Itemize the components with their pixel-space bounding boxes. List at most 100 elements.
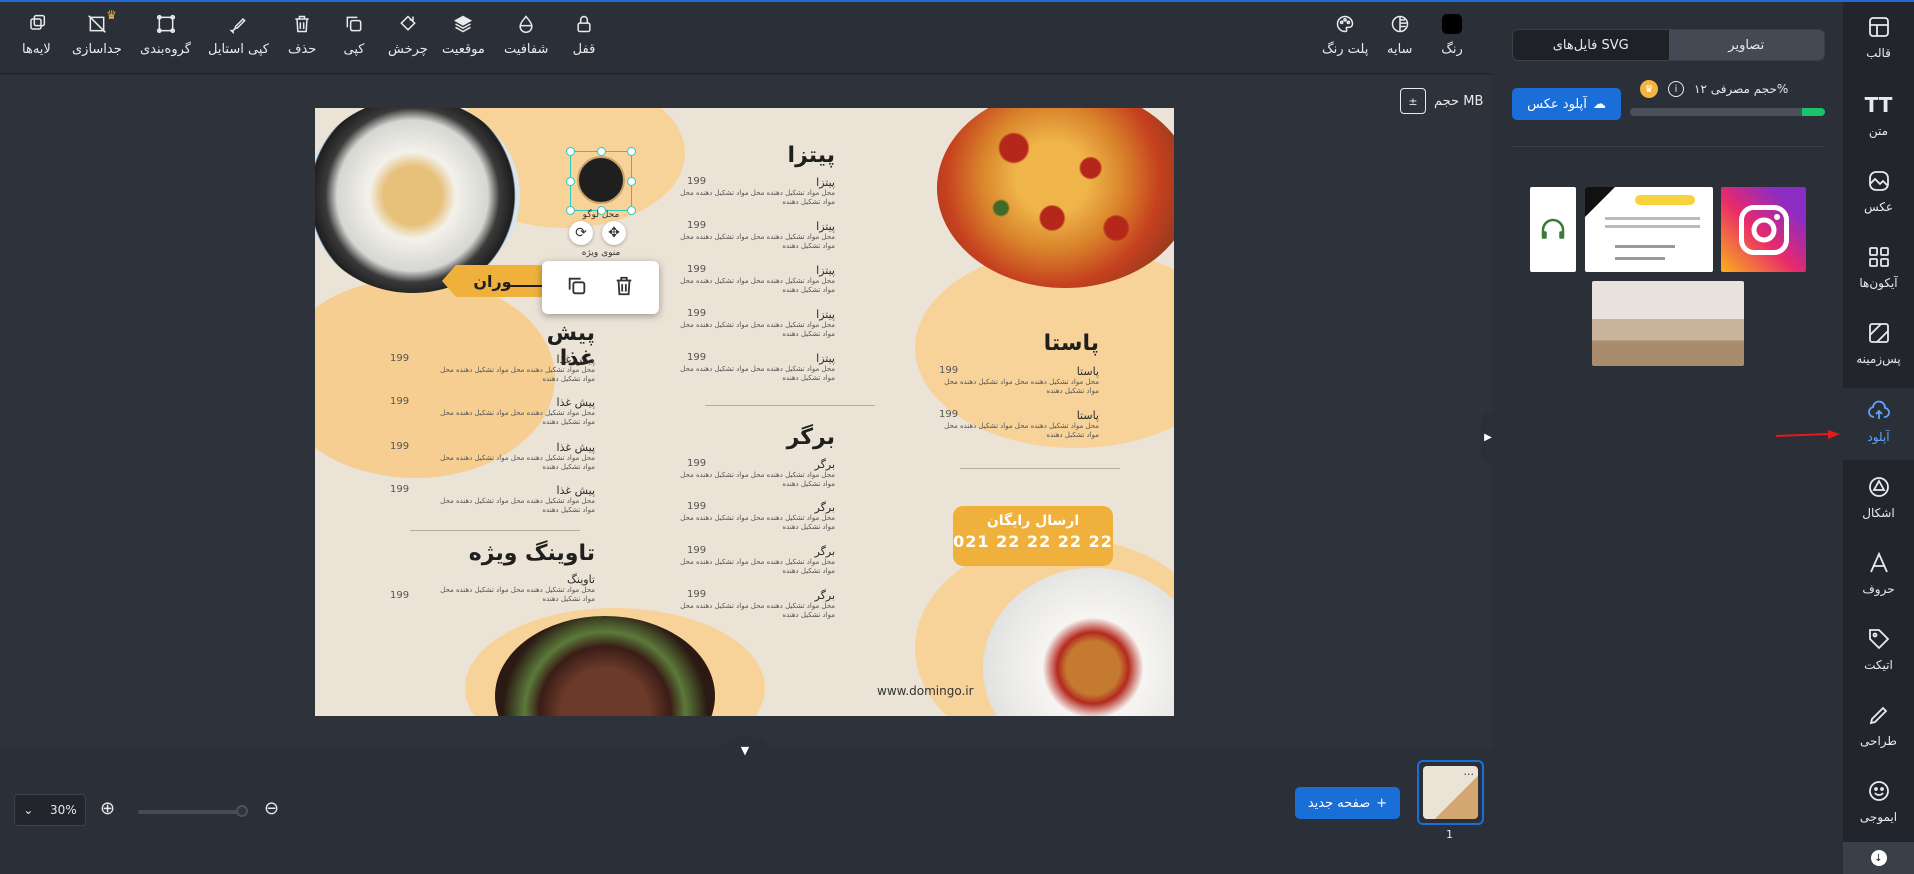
pizza-desc: محل مواد تشکیل دهنده محل مواد تشکیل دهند… xyxy=(680,277,835,294)
copy-button[interactable]: کپی xyxy=(342,12,366,57)
uploaded-image-headset[interactable] xyxy=(1530,187,1576,272)
color-button[interactable]: رنگ xyxy=(1440,12,1464,57)
pizza-desc: محل مواد تشکیل دهنده محل مواد تشکیل دهند… xyxy=(680,189,835,206)
resize-handle[interactable] xyxy=(627,177,636,186)
sidebar-item-template[interactable]: قالب xyxy=(1843,14,1914,74)
sidebar-item-text[interactable]: TT متن xyxy=(1843,92,1914,152)
sidebar-item-photo[interactable]: عکس xyxy=(1843,168,1914,228)
chevron-down-icon: ⌄ xyxy=(23,803,34,817)
pasta-item: پاستا xyxy=(1076,365,1099,378)
appetizer-item: پیش غذا xyxy=(556,484,595,497)
layers-button[interactable]: لایه‌ها xyxy=(22,12,51,57)
section-divider xyxy=(705,405,875,406)
resize-handle[interactable] xyxy=(627,147,636,156)
trash-icon[interactable] xyxy=(613,275,635,301)
panel-tabs: فایل‌های SVG تصاویر xyxy=(1512,29,1825,61)
resize-handle[interactable] xyxy=(566,147,575,156)
page-thumbnail[interactable]: ··· xyxy=(1417,760,1484,825)
resize-handle[interactable] xyxy=(597,147,606,156)
new-page-button[interactable]: صفحه جدید + xyxy=(1295,787,1400,819)
pasta-item: پاستا xyxy=(1076,409,1099,422)
copy-style-button[interactable]: کپی استایل xyxy=(208,12,269,57)
topping-title: تاوینگ ویژه xyxy=(468,541,595,566)
sidebar-scroll-down[interactable]: ↓ xyxy=(1843,842,1914,874)
section-divider xyxy=(410,530,580,531)
duplicate-icon[interactable] xyxy=(566,275,588,301)
move-handle-icon[interactable]: ✥ xyxy=(602,221,626,245)
tab-images[interactable]: تصاویر xyxy=(1668,30,1824,60)
burger-desc: محل مواد تشکیل دهنده محل مواد تشکیل دهند… xyxy=(680,558,835,575)
delete-button[interactable]: حذف xyxy=(288,12,316,57)
position-button[interactable]: موقعیت xyxy=(442,12,485,57)
free-delivery-box[interactable]: ارسال رایگان 021 22 22 22 22 xyxy=(953,506,1113,566)
group-button[interactable]: گروه‌بندی xyxy=(140,12,191,57)
uploaded-image-business-card[interactable] xyxy=(1585,187,1713,272)
zoom-in-icon[interactable]: ⊕ xyxy=(100,798,122,820)
info-icon[interactable]: i xyxy=(1668,81,1684,97)
tab-svg-files[interactable]: فایل‌های SVG xyxy=(1513,30,1669,60)
template-icon xyxy=(1866,14,1892,40)
topping-desc: محل مواد تشکیل دهنده محل مواد تشکیل دهند… xyxy=(440,586,595,603)
burger-item: برگر xyxy=(814,545,835,558)
text-icon: TT xyxy=(1864,93,1893,117)
sidebar-item-icons[interactable]: آیکون‌ها xyxy=(1843,244,1914,304)
burger-title: برگر xyxy=(786,425,835,450)
zoom-slider-thumb[interactable] xyxy=(236,805,248,817)
emoji-icon xyxy=(1866,778,1892,804)
layers-icon xyxy=(24,12,48,36)
sidebar-item-upload[interactable]: آپلود xyxy=(1843,388,1914,460)
copy-icon xyxy=(342,12,366,36)
pasta-title: پاستا xyxy=(1043,331,1099,356)
shadow-button[interactable]: سایه xyxy=(1387,12,1412,57)
file-size-indicator: ± حجم MB xyxy=(1400,88,1483,114)
appetizer-price: 199 xyxy=(390,353,410,364)
topping-item: تاوینگ xyxy=(567,573,595,586)
arrow-down-icon: ↓ xyxy=(1870,850,1887,866)
sidebar-item-label[interactable]: اتیکت xyxy=(1843,626,1914,686)
logo-selection[interactable] xyxy=(566,147,636,215)
appetizer-desc: محل مواد تشکیل دهنده محل مواد تشکیل دهند… xyxy=(440,366,595,383)
palette-button[interactable]: پلت رنگ xyxy=(1322,12,1368,57)
pasta-desc: محل مواد تشکیل دهنده محل مواد تشکیل دهند… xyxy=(944,378,1099,395)
appetizer-item: پیش غذا xyxy=(556,441,595,454)
resize-handle[interactable] xyxy=(566,177,575,186)
sidebar-item-background[interactable]: پس‌زمینه xyxy=(1843,320,1914,380)
rotate-button[interactable]: چرخش xyxy=(388,12,428,57)
appetizer-item: پیش غذا xyxy=(556,353,595,366)
pizza-title: پیتزا xyxy=(787,143,835,168)
zoom-out-icon[interactable]: ⊖ xyxy=(264,798,286,820)
sidebar-item-emoji[interactable]: ایموجی xyxy=(1843,778,1914,838)
opacity-button[interactable]: شفافیت xyxy=(504,12,548,57)
palette-icon xyxy=(1333,12,1357,36)
burger-item: برگر xyxy=(814,501,835,514)
pizza-price: 199 xyxy=(687,264,707,275)
upload-photo-button[interactable]: آپلود عکس ☁ xyxy=(1512,88,1621,120)
upload-cloud-icon xyxy=(1866,398,1892,424)
sidebar-item-letters[interactable]: حروف xyxy=(1843,550,1914,610)
zoom-slider[interactable] xyxy=(138,810,244,814)
more-dots-icon[interactable]: ··· xyxy=(1464,768,1475,781)
pizza-price: 199 xyxy=(687,220,707,231)
usage-info: ♛ i حجم مصرفی ۱۲% xyxy=(1640,80,1788,98)
zoom-select[interactable]: ⌄ 30% xyxy=(14,794,86,826)
pizza-photo[interactable] xyxy=(937,108,1174,288)
letters-icon xyxy=(1866,550,1892,576)
position-icon xyxy=(451,12,475,36)
calculator-icon[interactable]: ± xyxy=(1400,88,1426,114)
lock-button[interactable]: قفل xyxy=(572,12,596,57)
shapes-icon xyxy=(1866,474,1892,500)
design-page[interactable]: ـــــــوران محل لوگو ⟳ ✥ منوی ویژه پیش غ… xyxy=(315,108,1174,716)
group-icon xyxy=(154,12,178,36)
burger-desc: محل مواد تشکیل دهنده محل مواد تشکیل دهند… xyxy=(680,514,835,531)
ungroup-button[interactable]: ♛ جداسازی xyxy=(72,8,122,57)
burger-item: برگر xyxy=(814,589,835,602)
appetizer-price: 199 xyxy=(390,484,410,495)
icons-grid-icon xyxy=(1866,244,1892,270)
sidebar-item-draw[interactable]: طراحی xyxy=(1843,702,1914,762)
rotate-handle-icon[interactable]: ⟳ xyxy=(569,221,593,245)
pizza-desc: محل مواد تشکیل دهنده محل مواد تشکیل دهند… xyxy=(680,233,835,250)
pizza-item: پیتزا xyxy=(816,308,835,321)
sidebar-item-shapes[interactable]: اشکال xyxy=(1843,474,1914,534)
uploaded-image-room[interactable] xyxy=(1592,281,1744,366)
uploaded-image-instagram[interactable] xyxy=(1721,187,1806,272)
